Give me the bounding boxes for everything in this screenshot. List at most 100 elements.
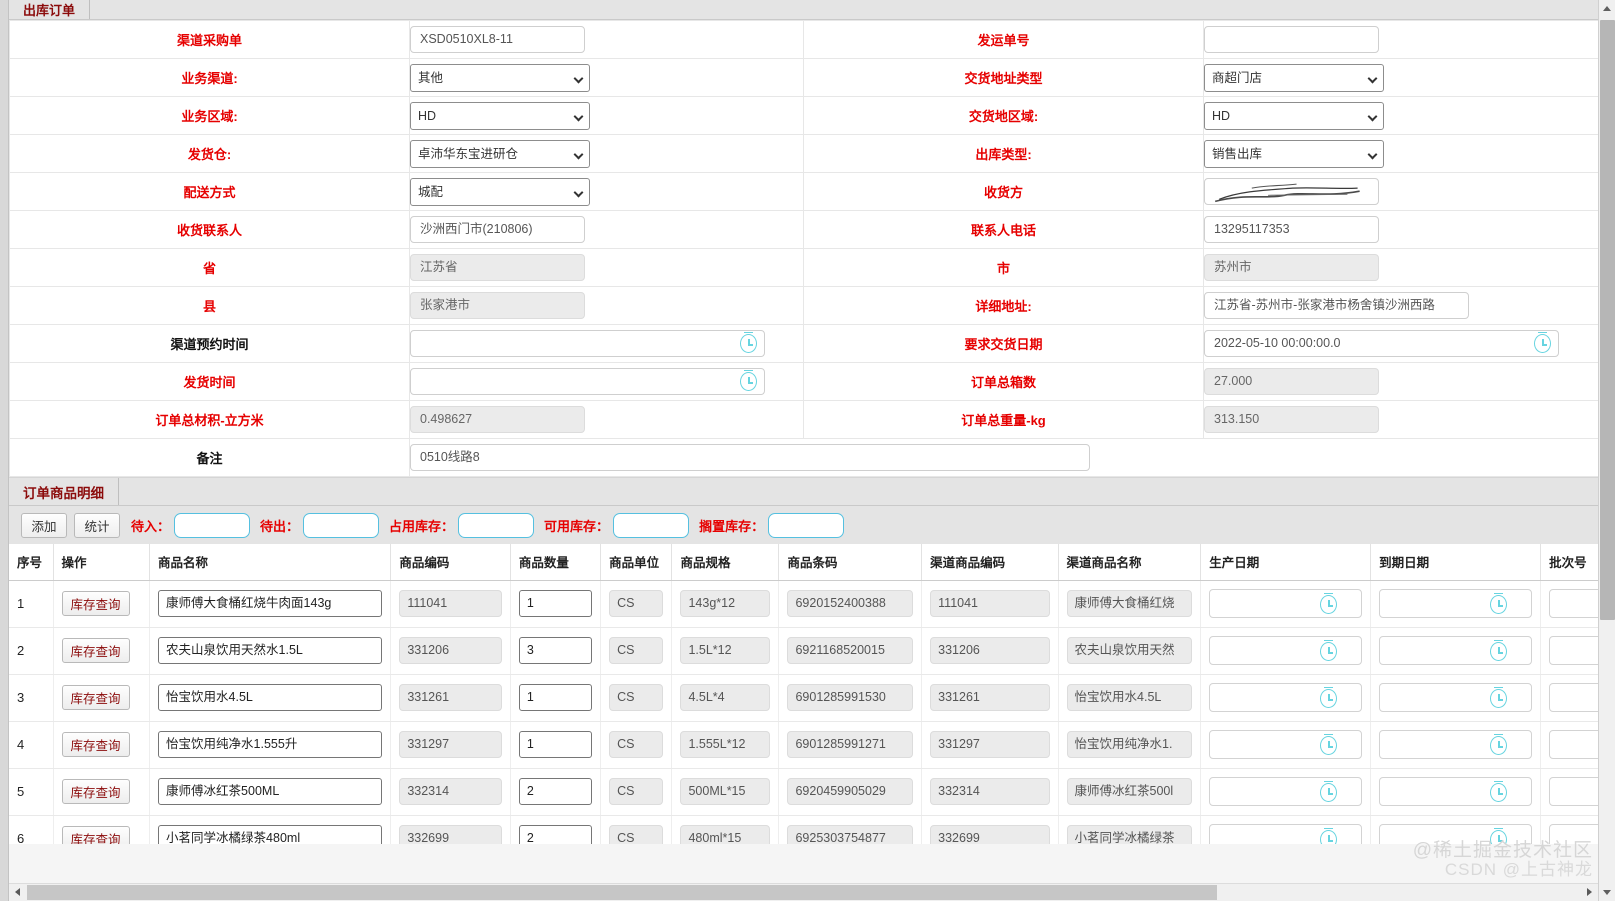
clock-icon[interactable]	[1318, 734, 1339, 756]
clock-icon[interactable]	[738, 332, 759, 354]
cell-production-date[interactable]	[1200, 721, 1372, 769]
cell-action[interactable]: 库存查询	[53, 768, 151, 816]
cell-expiry-date[interactable]	[1370, 627, 1542, 675]
batch-no-input[interactable]	[1549, 730, 1598, 759]
cell-product-name[interactable]: 康师傅冰红茶500ML	[149, 768, 392, 816]
batch-no-input[interactable]	[1549, 824, 1598, 844]
expiry-date-input[interactable]	[1379, 589, 1533, 618]
toolbar-input-4[interactable]	[768, 512, 845, 538]
clock-icon[interactable]	[1488, 828, 1509, 844]
field-left-9-input[interactable]	[410, 368, 765, 395]
inventory-query-button[interactable]: 库存查询	[61, 826, 130, 844]
vertical-scroll-thumb[interactable]	[1600, 20, 1615, 620]
batch-no-input[interactable]	[1549, 777, 1598, 806]
field-left-8-input[interactable]	[410, 330, 765, 357]
cell-quantity[interactable]: 3	[510, 627, 602, 675]
cell-quantity[interactable]: 1	[510, 721, 602, 769]
horizontal-scroll-thumb[interactable]	[27, 885, 1217, 900]
cell-quantity[interactable]: 1	[510, 580, 602, 628]
field-left-1-select[interactable]: 其他	[410, 63, 590, 92]
clock-icon[interactable]	[1488, 781, 1509, 803]
quantity-input[interactable]: 1	[518, 731, 593, 758]
field-left-3-select[interactable]: 卓沛华东宝进研仓	[410, 139, 590, 168]
production-date-input[interactable]	[1209, 636, 1363, 665]
field-right-7-input[interactable]: 江苏省-苏州市-张家港市杨舍镇沙洲西路	[1204, 292, 1469, 319]
product-name-input[interactable]: 农夫山泉饮用天然水1.5L	[158, 637, 383, 664]
expiry-date-input[interactable]	[1379, 824, 1533, 844]
cell-action[interactable]: 库存查询	[53, 627, 151, 675]
toolbar-input-3[interactable]	[613, 512, 690, 538]
batch-no-input[interactable]	[1549, 589, 1598, 618]
cell-action[interactable]: 库存查询	[53, 815, 151, 844]
batch-no-input[interactable]	[1549, 636, 1598, 665]
cell-expiry-date[interactable]	[1370, 768, 1542, 816]
field-left-4-select[interactable]: 城配	[410, 177, 590, 206]
field-right-3-select[interactable]: 销售出库	[1204, 139, 1384, 168]
remark-input[interactable]: 0510线路8	[410, 444, 1090, 471]
cell-batch-no[interactable]	[1540, 768, 1598, 816]
expiry-date-input[interactable]	[1379, 636, 1533, 665]
field-right-8-datefield[interactable]: 2022-05-10 00:00:00.0	[1204, 330, 1559, 357]
cell-production-date[interactable]	[1200, 627, 1372, 675]
detail-table-scroll[interactable]: 序号 操作 商品名称 商品编码 商品数量 商品单位 商品规格 商品条码 渠道商品编码 渠道商品名称…	[9, 544, 1598, 844]
inventory-query-button[interactable]: 库存查询	[61, 638, 130, 663]
tab-outbound-order[interactable]: 出库订单	[9, 0, 91, 19]
clock-icon[interactable]	[1532, 332, 1553, 354]
product-name-input[interactable]: 怡宝饮用纯净水1.555升	[158, 731, 383, 758]
scroll-up-arrow-icon[interactable]	[1599, 0, 1615, 17]
scroll-down-arrow-icon[interactable]	[1599, 884, 1615, 901]
cell-expiry-date[interactable]	[1370, 721, 1542, 769]
add-button[interactable]: 添加	[21, 512, 67, 538]
tab-order-item-detail[interactable]: 订单商品明细	[9, 478, 119, 505]
cell-batch-no[interactable]	[1540, 815, 1598, 844]
clock-icon[interactable]	[1488, 734, 1509, 756]
cell-expiry-date[interactable]	[1370, 580, 1542, 628]
clock-icon[interactable]	[1318, 828, 1339, 844]
product-name-input[interactable]: 怡宝饮用水4.5L	[158, 684, 383, 711]
scroll-left-arrow-icon[interactable]	[9, 884, 26, 901]
expiry-date-input[interactable]	[1379, 730, 1533, 759]
cell-batch-no[interactable]	[1540, 580, 1598, 628]
inventory-query-button[interactable]: 库存查询	[61, 779, 130, 804]
clock-icon[interactable]	[1488, 593, 1509, 615]
statistics-button[interactable]: 统计	[74, 512, 120, 538]
product-name-input[interactable]: 康师傅大食桶红烧牛肉面143g	[158, 590, 383, 617]
product-name-input[interactable]: 康师傅冰红茶500ML	[158, 778, 383, 805]
quantity-input[interactable]: 2	[518, 778, 593, 805]
clock-icon[interactable]	[1488, 687, 1509, 709]
inventory-query-button[interactable]: 库存查询	[61, 685, 130, 710]
cell-product-name[interactable]: 怡宝饮用水4.5L	[149, 674, 392, 722]
cell-expiry-date[interactable]	[1370, 815, 1542, 844]
quantity-input[interactable]: 1	[518, 684, 593, 711]
cell-action[interactable]: 库存查询	[53, 580, 151, 628]
cell-product-name[interactable]: 康师傅大食桶红烧牛肉面143g	[149, 580, 392, 628]
cell-product-name[interactable]: 小茗同学冰橘绿茶480ml	[149, 815, 392, 844]
quantity-input[interactable]: 3	[518, 637, 593, 664]
field-right-1-select[interactable]: 商超门店	[1204, 63, 1384, 92]
field-right-2-select[interactable]: HD	[1204, 101, 1384, 130]
cell-production-date[interactable]	[1200, 674, 1372, 722]
expiry-date-input[interactable]	[1379, 683, 1533, 712]
field-right-8-input[interactable]: 2022-05-10 00:00:00.0	[1204, 330, 1559, 357]
cell-product-name[interactable]: 农夫山泉饮用天然水1.5L	[149, 627, 392, 675]
cell-batch-no[interactable]	[1540, 627, 1598, 675]
toolbar-input-2[interactable]	[458, 512, 535, 538]
production-date-input[interactable]	[1209, 824, 1363, 844]
cell-action[interactable]: 库存查询	[53, 721, 151, 769]
field-left-5-input[interactable]: 沙洲西门市(210806)	[410, 216, 585, 243]
production-date-input[interactable]	[1209, 589, 1363, 618]
cell-production-date[interactable]	[1200, 815, 1372, 844]
quantity-input[interactable]: 2	[518, 825, 593, 844]
cell-batch-no[interactable]	[1540, 721, 1598, 769]
clock-icon[interactable]	[1318, 640, 1339, 662]
cell-action[interactable]: 库存查询	[53, 674, 151, 722]
field-left-2-select[interactable]: HD	[410, 101, 590, 130]
batch-no-input[interactable]	[1549, 683, 1598, 712]
scroll-right-arrow-icon[interactable]	[1581, 884, 1598, 901]
cell-expiry-date[interactable]	[1370, 674, 1542, 722]
cell-production-date[interactable]	[1200, 580, 1372, 628]
product-name-input[interactable]: 小茗同学冰橘绿茶480ml	[158, 825, 383, 844]
cell-quantity[interactable]: 1	[510, 674, 602, 722]
clock-icon[interactable]	[1318, 593, 1339, 615]
cell-production-date[interactable]	[1200, 768, 1372, 816]
